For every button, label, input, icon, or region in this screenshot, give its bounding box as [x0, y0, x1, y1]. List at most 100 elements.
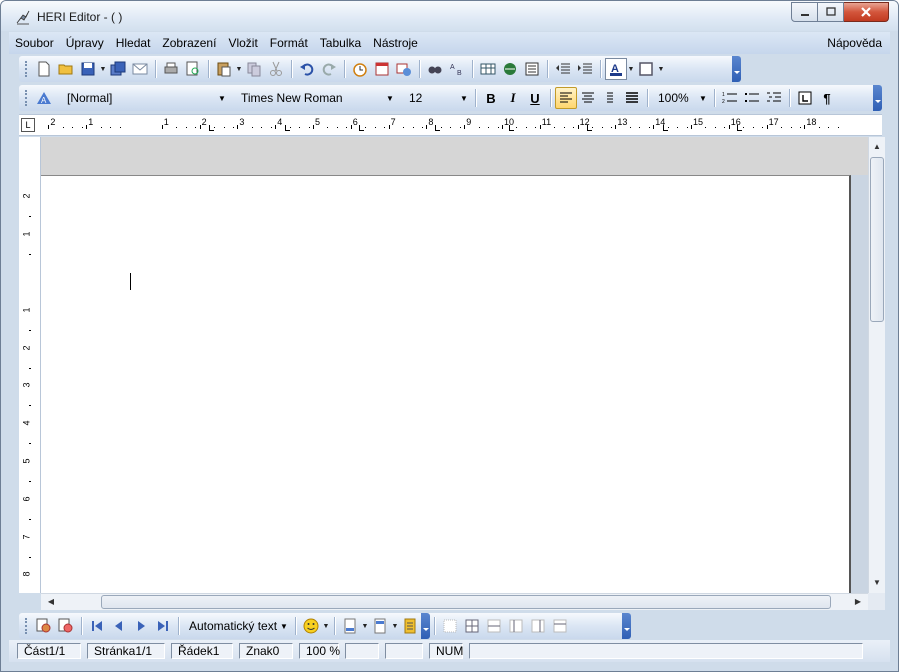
- menu-tabulka[interactable]: Tabulka: [314, 33, 367, 53]
- bullet-list-button[interactable]: [741, 87, 763, 109]
- scroll-left-arrow[interactable]: ◀: [43, 594, 59, 610]
- chevron-down-icon[interactable]: ▼: [696, 94, 710, 103]
- menu-zobrazeni[interactable]: Zobrazení: [156, 33, 222, 53]
- previous-page-button[interactable]: [108, 615, 130, 637]
- footer-dropdown[interactable]: ▼: [391, 615, 399, 637]
- font-size-combo[interactable]: 12 ▼: [403, 88, 471, 108]
- menu-nastroje[interactable]: Nástroje: [367, 33, 424, 53]
- table-borders-left-button[interactable]: [505, 615, 527, 637]
- page-layout-button[interactable]: [521, 58, 543, 80]
- header-dropdown[interactable]: ▼: [361, 615, 369, 637]
- align-right-button[interactable]: [599, 87, 621, 109]
- numbered-list-button[interactable]: 12: [719, 87, 741, 109]
- table-borders-right-button[interactable]: [527, 615, 549, 637]
- styles-button[interactable]: A: [33, 87, 55, 109]
- print-preview-button[interactable]: [182, 58, 204, 80]
- underline-button[interactable]: U: [524, 87, 546, 109]
- font-color-dropdown[interactable]: ▼: [627, 58, 635, 80]
- vertical-ruler[interactable]: 2 1 1 2 3 4 5 6 7 8: [19, 137, 41, 593]
- insert-date-button[interactable]: [371, 58, 393, 80]
- table-borders-outer-button[interactable]: [461, 615, 483, 637]
- web-button[interactable]: [499, 58, 521, 80]
- italic-button[interactable]: I: [502, 87, 524, 109]
- first-page-button[interactable]: [86, 615, 108, 637]
- redo-button[interactable]: [318, 58, 340, 80]
- chevron-down-icon[interactable]: ▼: [277, 622, 291, 631]
- emoticon-button[interactable]: [300, 615, 322, 637]
- menu-vlozit[interactable]: Vložit: [222, 33, 263, 53]
- tab-stop-marker[interactable]: [587, 125, 592, 131]
- align-left-button[interactable]: [555, 87, 577, 109]
- toolbar-grip[interactable]: [25, 61, 28, 77]
- paste-dropdown[interactable]: ▼: [235, 58, 243, 80]
- minimize-button[interactable]: [791, 2, 818, 22]
- tab-stop-marker[interactable]: [663, 125, 668, 131]
- menu-format[interactable]: Formát: [264, 33, 314, 53]
- menu-napoveda[interactable]: Nápověda: [821, 33, 890, 53]
- vertical-scrollbar[interactable]: ▲ ▼: [868, 137, 885, 593]
- document-page[interactable]: [41, 175, 851, 593]
- table-borders-all-button[interactable]: [439, 615, 461, 637]
- tab-stop-marker[interactable]: [359, 125, 364, 131]
- font-color-button[interactable]: A: [605, 58, 627, 80]
- open-button[interactable]: [55, 58, 77, 80]
- toolbar-options-button[interactable]: [622, 613, 631, 639]
- indent-increase-button[interactable]: [574, 58, 596, 80]
- zoom-out-button[interactable]: [55, 615, 77, 637]
- zoom-combo[interactable]: 100% ▼: [652, 88, 710, 108]
- email-button[interactable]: [129, 58, 151, 80]
- style-combo[interactable]: [Normal] ▼: [61, 88, 229, 108]
- horizontal-ruler[interactable]: L 2 1 1 2 3 4 5 6 7 8 9 10 11 12 13 14 15 16 17 18: [19, 114, 882, 136]
- page-numbers-button[interactable]: [399, 615, 421, 637]
- multilevel-list-button[interactable]: [763, 87, 785, 109]
- tab-stop-marker[interactable]: [209, 125, 214, 131]
- zoom-in-button[interactable]: [33, 615, 55, 637]
- chevron-down-icon[interactable]: ▼: [457, 94, 471, 103]
- toolbar-grip[interactable]: [25, 90, 28, 106]
- special-chars-button[interactable]: [393, 58, 415, 80]
- menu-hledat[interactable]: Hledat: [110, 33, 157, 53]
- last-page-button[interactable]: [152, 615, 174, 637]
- toolbar-grip[interactable]: [25, 618, 28, 634]
- menu-soubor[interactable]: Soubor: [9, 33, 60, 53]
- new-document-button[interactable]: [33, 58, 55, 80]
- tab-stop-marker[interactable]: [285, 125, 290, 131]
- show-formatting-button[interactable]: ¶: [816, 87, 838, 109]
- close-button[interactable]: [844, 2, 889, 22]
- border-button[interactable]: [635, 58, 657, 80]
- justify-button[interactable]: [621, 87, 643, 109]
- tab-stop-marker[interactable]: [509, 125, 514, 131]
- toolbar-options-button[interactable]: [873, 85, 882, 111]
- copy-button[interactable]: [243, 58, 265, 80]
- chevron-down-icon[interactable]: ▼: [215, 94, 229, 103]
- replace-button[interactable]: AB: [446, 58, 468, 80]
- scroll-right-arrow[interactable]: ▶: [850, 594, 866, 610]
- toolbar-options-button[interactable]: [732, 56, 741, 82]
- emoticon-dropdown[interactable]: ▼: [322, 615, 330, 637]
- insert-table-button[interactable]: [477, 58, 499, 80]
- save-button[interactable]: [77, 58, 99, 80]
- vertical-scroll-thumb[interactable]: [870, 157, 884, 322]
- indent-decrease-button[interactable]: [552, 58, 574, 80]
- horizontal-scroll-thumb[interactable]: [101, 595, 831, 609]
- save-dropdown[interactable]: ▼: [99, 58, 107, 80]
- header-button[interactable]: [339, 615, 361, 637]
- autotext-button[interactable]: Automatický text ▼: [183, 616, 291, 636]
- horizontal-scrollbar[interactable]: ◀ ▶: [41, 593, 868, 610]
- save-all-button[interactable]: [107, 58, 129, 80]
- print-button[interactable]: [160, 58, 182, 80]
- toolbar-options-button[interactable]: [421, 613, 430, 639]
- font-combo[interactable]: Times New Roman ▼: [235, 88, 397, 108]
- align-center-button[interactable]: [577, 87, 599, 109]
- scroll-down-arrow[interactable]: ▼: [869, 575, 885, 591]
- maximize-button[interactable]: [818, 2, 844, 22]
- insert-time-button[interactable]: [349, 58, 371, 80]
- tab-stop-button[interactable]: [794, 87, 816, 109]
- cut-button[interactable]: [265, 58, 287, 80]
- paste-button[interactable]: [213, 58, 235, 80]
- bold-button[interactable]: B: [480, 87, 502, 109]
- next-page-button[interactable]: [130, 615, 152, 637]
- table-borders-inner-button[interactable]: [483, 615, 505, 637]
- find-button[interactable]: [424, 58, 446, 80]
- title-bar[interactable]: HERI Editor - ( ): [1, 1, 898, 31]
